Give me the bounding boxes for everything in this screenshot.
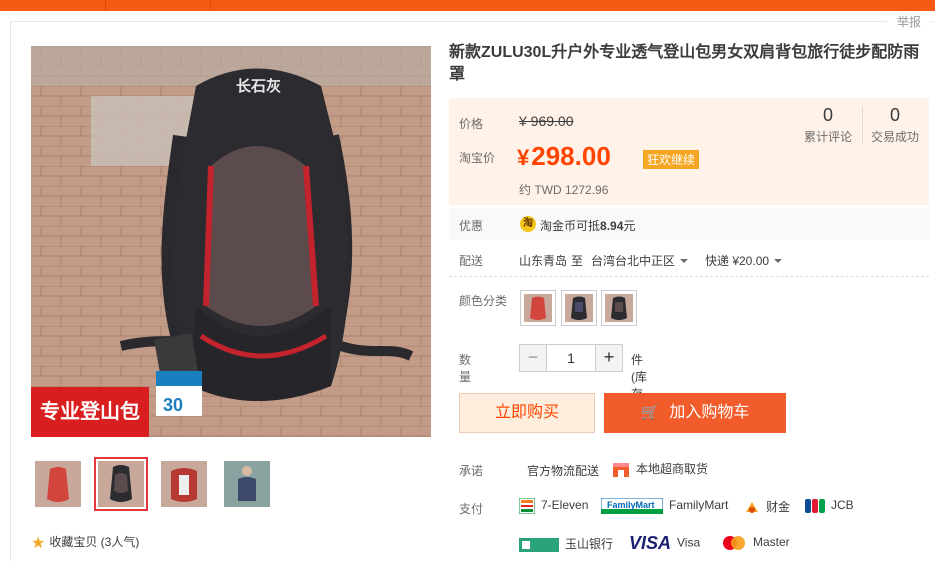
top-nav-bar <box>0 0 935 11</box>
review-count[interactable]: 0 累计评论 <box>795 105 861 145</box>
pay-7eleven: 7-Eleven <box>519 498 588 514</box>
familymart-icon: FamilyMart <box>601 498 663 514</box>
chevron-down-icon <box>774 259 783 263</box>
color-label: 颜色分类 <box>459 294 508 308</box>
pay-jcb: JCB <box>805 498 854 513</box>
promo-badge: 专业登山包 <box>31 387 149 437</box>
pay-familymart: FamilyMart FamilyMart <box>601 498 728 514</box>
swatch-image <box>605 294 633 322</box>
pay-fisc: 财金 <box>744 498 790 516</box>
price-box: 价格 ¥ 969.00 淘宝价 ¥298.00 狂欢继续 约 TWD 1272.… <box>449 98 929 205</box>
jcb-icon <box>805 498 825 513</box>
bag-label-text: 长石灰 <box>236 77 281 95</box>
pay-mastercard: Master <box>721 535 790 550</box>
main-product-image[interactable]: 长石灰 30 <box>31 46 431 437</box>
store-icon <box>613 462 629 477</box>
pay-visa: VISA Visa <box>629 533 701 553</box>
fisc-icon <box>746 501 758 513</box>
pay-esun-bank: 玉山银行 <box>519 535 613 552</box>
star-icon: ★ <box>31 535 46 552</box>
original-price: ¥ 969.00 <box>519 113 574 129</box>
svg-text:FamilyMart: FamilyMart <box>607 500 655 510</box>
taobao-price-label: 淘宝价 <box>459 151 496 165</box>
quantity-decrement-button[interactable]: − <box>519 344 547 372</box>
discount-text: 淘金币可抵8.94元 <box>540 219 636 233</box>
ship-to-select[interactable]: 台湾台北中正区 <box>591 252 689 269</box>
quantity-label: 数量 <box>459 353 472 384</box>
top-nav-tab[interactable] <box>105 0 210 11</box>
product-title: 新款ZULU30L升户外专业透气登山包男女双肩背包旅行徒步配防雨罩 <box>449 44 920 83</box>
top-nav-tab[interactable] <box>210 0 290 11</box>
cart-icon: 🛒 <box>640 404 660 421</box>
backpack-photo: 长石灰 30 <box>31 46 431 437</box>
quantity-input[interactable]: 1 <box>547 344 595 372</box>
thumbnail-image <box>224 461 270 507</box>
ship-to-word: 至 <box>571 254 584 268</box>
price-label: 价格 <box>459 117 484 131</box>
shipping-row: 配送 山东青岛 至 台湾台北中正区 快递 ¥20.00 <box>449 245 929 277</box>
ship-from: 山东青岛 <box>519 254 568 268</box>
content-border <box>10 21 935 22</box>
esun-bank-icon <box>519 537 559 552</box>
seven-eleven-icon <box>519 498 535 514</box>
report-link[interactable]: 举报 <box>887 14 931 30</box>
converted-price: 约 TWD 1272.96 <box>519 183 609 197</box>
promise-logistics: 官方物流配送 <box>527 464 600 478</box>
content-border <box>10 21 11 561</box>
current-price: ¥298.00 <box>517 141 611 171</box>
chevron-down-icon <box>680 259 689 263</box>
thumbnail-image <box>161 461 207 507</box>
buy-now-button[interactable]: 立即购买 <box>459 393 595 433</box>
svg-text:30: 30 <box>163 395 183 415</box>
add-to-cart-label: 加入购物车 <box>669 404 750 421</box>
thumbnail-3[interactable] <box>157 457 211 511</box>
taobao-coin-icon: 淘 <box>520 216 536 232</box>
favorite-button[interactable]: ★ 收藏宝贝 (3人气) <box>31 533 139 553</box>
favorite-label: 收藏宝贝 (3人气) <box>49 535 140 549</box>
swatch-image <box>524 294 552 322</box>
visa-icon: VISA <box>629 533 672 553</box>
promo-tag: 狂欢继续 <box>643 150 700 169</box>
thumbnail-2-selected[interactable] <box>94 457 148 511</box>
sales-count[interactable]: 0 交易成功 <box>862 105 928 145</box>
swatch-image <box>565 294 593 322</box>
store-pickup: 本地超商取货 <box>612 460 708 478</box>
mastercard-icon <box>723 535 745 550</box>
color-swatch-brown[interactable] <box>601 290 637 326</box>
discount-label: 优惠 <box>459 219 484 233</box>
thumbnail-1[interactable] <box>31 457 85 511</box>
add-to-cart-button[interactable]: 🛒 加入购物车 <box>604 393 786 433</box>
promise-label: 承诺 <box>459 464 484 478</box>
color-swatch-gray[interactable] <box>561 290 597 326</box>
shipping-label: 配送 <box>459 254 484 268</box>
thumbnail-4[interactable] <box>220 457 274 511</box>
discount-row: 优惠 淘 淘金币可抵8.94元 <box>449 208 929 240</box>
ship-method-select[interactable]: 快递 ¥20.00 <box>705 252 783 269</box>
thumbnail-image <box>35 461 81 507</box>
quantity-increment-button[interactable]: + <box>595 344 623 372</box>
thumbnail-image <box>98 461 144 507</box>
color-swatch-red[interactable] <box>520 290 556 326</box>
payment-label: 支付 <box>459 502 484 516</box>
